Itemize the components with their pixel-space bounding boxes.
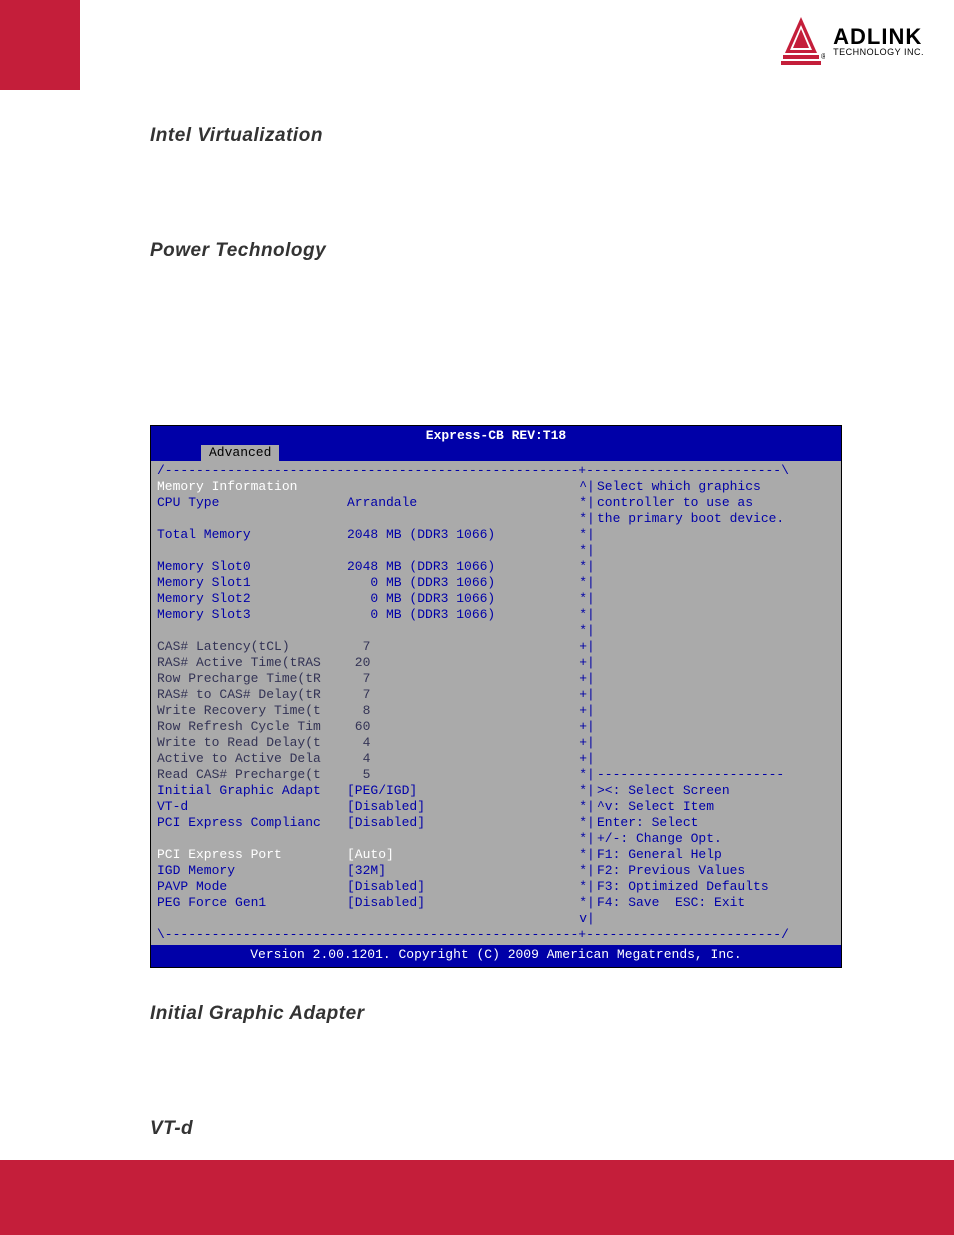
total-memory-value: 2048 MB (DDR3 1066) (347, 527, 577, 543)
svg-text:®: ® (821, 52, 825, 61)
slot2-value: 0 MB (DDR3 1066) (347, 591, 577, 607)
read-cas-label: Read CAS# Precharge(t (157, 767, 347, 783)
active-active-label: Active to Active Dela (157, 751, 347, 767)
wtr-delay-label: Write to Read Delay(t (157, 735, 347, 751)
peg-label[interactable]: PEG Force Gen1 (157, 895, 347, 911)
adlink-triangle-icon: ® (777, 15, 825, 67)
slot3-value: 0 MB (DDR3 1066) (347, 607, 577, 623)
slot2-label: Memory Slot2 (157, 591, 347, 607)
pci-port-value[interactable]: [Auto] (347, 847, 577, 863)
total-memory-label: Total Memory (157, 527, 347, 543)
cpu-type-label: CPU Type (157, 495, 347, 511)
slot3-label: Memory Slot3 (157, 607, 347, 623)
logo-brand-text: ADLINK (833, 26, 924, 48)
ras-cas-value: 7 (347, 687, 577, 703)
ras-active-label: RAS# Active Time(tRAS (157, 655, 347, 671)
active-active-value: 4 (347, 751, 577, 767)
vtd-label[interactable]: VT-d (157, 799, 347, 815)
pavp-label[interactable]: PAVP Mode (157, 879, 347, 895)
frame-bottom: \---------------------------------------… (157, 927, 835, 943)
help-line2: controller to use as (597, 495, 807, 511)
heading-power-technology: Power Technology (150, 240, 844, 262)
nav-prev-values: F2: Previous Values (597, 863, 807, 879)
write-recovery-label: Write Recovery Time(t (157, 703, 347, 719)
bios-body: /---------------------------------------… (151, 461, 841, 945)
bios-tab-advanced[interactable]: Advanced (201, 445, 279, 461)
bios-footer: Version 2.00.1201. Copyright (C) 2009 Am… (151, 945, 841, 967)
read-cas-value: 5 (347, 767, 577, 783)
bios-tab-bar: Advanced (151, 445, 841, 461)
bios-screen: Express-CB REV:T18 Advanced /-----------… (150, 425, 842, 968)
bios-title: Express-CB REV:T18 (151, 426, 841, 445)
row-precharge-label: Row Precharge Time(tR (157, 671, 347, 687)
igd-memory-value[interactable]: [32M] (347, 863, 577, 879)
cpu-type-value: Arrandale (347, 495, 577, 511)
nav-enter: Enter: Select (597, 815, 807, 831)
cas-latency-value: 7 (347, 639, 577, 655)
slot0-label: Memory Slot0 (157, 559, 347, 575)
page-content: Intel Virtualization Power Technology Ex… (150, 125, 844, 1158)
iga-label[interactable]: Initial Graphic Adapt (157, 783, 347, 799)
write-recovery-value: 8 (347, 703, 577, 719)
nav-general-help: F1: General Help (597, 847, 807, 863)
cas-latency-label: CAS# Latency(tCL) (157, 639, 347, 655)
nav-save-exit: F4: Save ESC: Exit (597, 895, 807, 911)
vtd-value[interactable]: [Disabled] (347, 799, 577, 815)
nav-opt-defaults: F3: Optimized Defaults (597, 879, 807, 895)
nav-change-opt: +/-: Change Opt. (597, 831, 807, 847)
row-precharge-value: 7 (347, 671, 577, 687)
heading-vt-d: VT-d (150, 1118, 844, 1140)
iga-value[interactable]: [PEG/IGD] (347, 783, 577, 799)
frame-top: /---------------------------------------… (157, 463, 835, 479)
footer-red-band (0, 1160, 954, 1235)
nav-select-item: ^v: Select Item (597, 799, 807, 815)
logo-tagline-text: TECHNOLOGY INC. (833, 48, 924, 57)
pci-port-label[interactable]: PCI Express Port (157, 847, 347, 863)
wtr-delay-value: 4 (347, 735, 577, 751)
peg-value[interactable]: [Disabled] (347, 895, 577, 911)
pci-complianc-value[interactable]: [Disabled] (347, 815, 577, 831)
help-divider: ------------------------ (597, 767, 807, 783)
pci-complianc-label[interactable]: PCI Express Complianc (157, 815, 347, 831)
slot1-value: 0 MB (DDR3 1066) (347, 575, 577, 591)
heading-initial-graphic-adapter: Initial Graphic Adapter (150, 1003, 844, 1025)
slot1-label: Memory Slot1 (157, 575, 347, 591)
heading-intel-virtualization: Intel Virtualization (150, 125, 844, 147)
igd-memory-label[interactable]: IGD Memory (157, 863, 347, 879)
ras-active-value: 20 (347, 655, 577, 671)
corner-red-block (0, 0, 80, 90)
row-refresh-label: Row Refresh Cycle Tim (157, 719, 347, 735)
help-line1: Select which graphics (597, 479, 807, 495)
slot0-value: 2048 MB (DDR3 1066) (347, 559, 577, 575)
row-refresh-value: 60 (347, 719, 577, 735)
nav-select-screen: ><: Select Screen (597, 783, 807, 799)
help-line3: the primary boot device. (597, 511, 807, 527)
bios-section-header: Memory Information (157, 479, 347, 495)
ras-cas-label: RAS# to CAS# Delay(tR (157, 687, 347, 703)
pavp-value[interactable]: [Disabled] (347, 879, 577, 895)
adlink-logo: ® ADLINK TECHNOLOGY INC. (777, 15, 924, 67)
